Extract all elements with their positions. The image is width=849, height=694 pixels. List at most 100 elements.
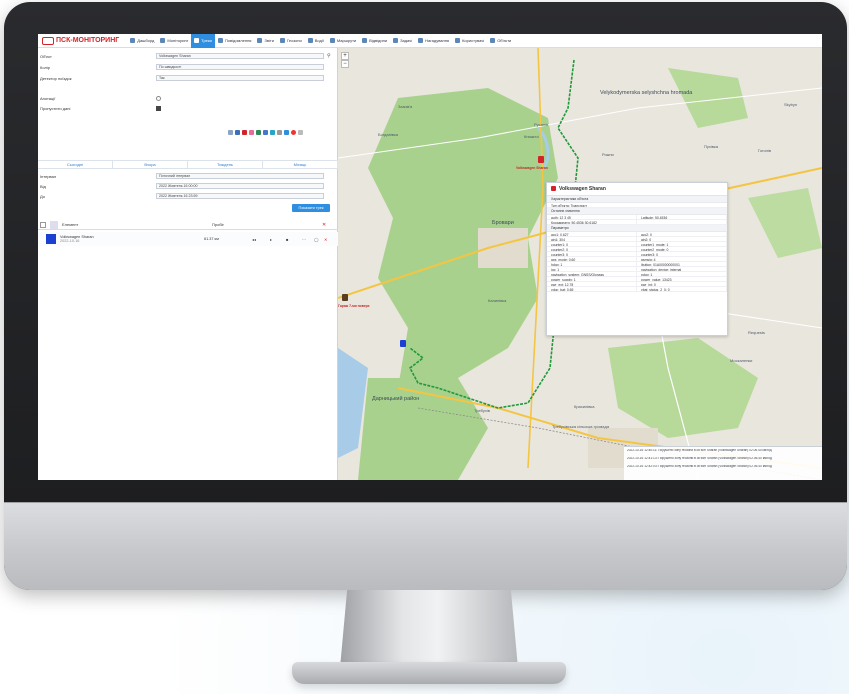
forest-area [668, 68, 748, 128]
map-label: Бровари [492, 220, 514, 226]
map-label: Пухівка [704, 144, 718, 149]
play-icon[interactable]: ▸ [270, 237, 286, 242]
nav-item[interactable]: Водії [305, 34, 327, 48]
popup-param-cell: vbat_status_2_0: 0 [637, 287, 727, 292]
zoom-in-button[interactable]: + [341, 52, 349, 60]
top-navigation: ПСК-МОНІТОРИНГ Дашборд Моніторинг Треки Пов… [38, 34, 822, 48]
trip-detector-label: Детектор поїздок [40, 75, 72, 81]
row-delete-icon[interactable]: ✕ [324, 237, 327, 242]
popup-title: Volkswagen Sharan [547, 183, 727, 196]
color-row: Колір По швидкості [40, 63, 336, 71]
stop-icon[interactable]: ■ [286, 237, 302, 242]
trip-detector-select[interactable]: Так [156, 75, 324, 81]
layer-icon[interactable] [249, 130, 254, 135]
annotations-checkbox[interactable] [156, 95, 161, 101]
color-label: Колір [40, 64, 50, 70]
nav-icon [307, 38, 313, 43]
map-label: Русанів [534, 122, 549, 127]
layer-icon[interactable] [242, 130, 247, 135]
popup-title-text: Volkswagen Sharan [559, 186, 606, 192]
tab-week[interactable]: Тиждень [188, 161, 263, 168]
nav-item[interactable]: Геозони [277, 34, 305, 48]
nav-icon [194, 38, 200, 43]
nav-item[interactable]: Моніторинг [157, 34, 191, 48]
layer-icon[interactable] [291, 130, 296, 135]
map-label: Калинівка [488, 298, 507, 303]
nav-icon [130, 38, 136, 43]
color-select[interactable]: По швидкості [156, 64, 324, 70]
layer-icon[interactable] [284, 130, 289, 135]
event-line: 2022-10-16 12:40:11: Порушено зону геозо… [627, 449, 772, 452]
nav-label: Моніторинг [167, 38, 189, 43]
skip-data-checkbox[interactable] [156, 105, 161, 111]
select-all-checkbox[interactable] [40, 221, 46, 228]
map-label: Требухівська сільська громада [552, 424, 610, 429]
delete-icon[interactable]: ✕ [322, 222, 326, 228]
nav-label: Відвідини [369, 38, 388, 43]
layer-icon[interactable] [228, 130, 233, 135]
map-label: Требухів [474, 408, 490, 413]
map-label: Княжичі [524, 134, 539, 139]
skip-data-row: Пропустити дані [40, 104, 336, 112]
start-marker-icon[interactable] [400, 340, 406, 347]
app-logo[interactable]: ПСК-МОНІТОРИНГ [42, 36, 119, 45]
layer-icon[interactable] [270, 130, 275, 135]
popup-param-cell: vdop_bat: 0.65 [547, 287, 637, 292]
nav-item[interactable]: Нагадування [415, 34, 452, 48]
nav-item[interactable]: Звіти [254, 34, 277, 48]
popup-grid: auth: 12 3 45 Latitude: 50.4536 Координа… [547, 215, 727, 225]
garage-marker-icon[interactable] [342, 294, 348, 301]
nav-item[interactable]: Відвідини [359, 34, 390, 48]
zoom-out-button[interactable]: − [341, 60, 349, 68]
nav-icon [279, 38, 285, 43]
row-mileage: 61.37 км [204, 237, 219, 241]
show-track-button[interactable]: Показати трек [292, 204, 330, 212]
speed-icon[interactable]: ⋯ [302, 237, 314, 242]
nav-item[interactable]: Треки [191, 34, 215, 48]
interval-select[interactable]: Поточний інтервал [156, 173, 324, 179]
map-label: Богданівка [378, 132, 398, 137]
events-log[interactable]: 2022-10-16 12:40:11: Порушено зону геозо… [624, 446, 822, 480]
vehicle-marker-icon[interactable] [538, 156, 544, 163]
logo-mark-icon [42, 36, 54, 45]
table-header: Елемент Пробіг ✕ [38, 220, 338, 230]
nav-icon [160, 38, 166, 43]
layer-icon[interactable] [298, 130, 303, 135]
map-label: Дарницький район [372, 396, 420, 402]
nav-label: Користувачі [462, 38, 485, 43]
from-input[interactable]: 2022 Жовтень 16 00:00 [156, 183, 324, 189]
layer-icon[interactable] [235, 130, 240, 135]
nav-item[interactable]: Користувачі [452, 34, 487, 48]
popup-section: Характеристики об'єкта [547, 196, 727, 203]
search-icon[interactable]: ⚲ [327, 53, 331, 59]
vehicle-icon [551, 186, 556, 191]
layer-icon[interactable] [256, 130, 261, 135]
comment-icon[interactable]: ◯ [314, 237, 324, 242]
object-select[interactable]: Volkswagen Sharan [156, 53, 324, 59]
trip-detector-row: Детектор поїздок Так [40, 74, 336, 82]
map-label: Красилівка [574, 404, 595, 409]
tab-yesterday[interactable]: Вчора [113, 161, 188, 168]
to-input[interactable]: 2022 Жовтень 16 23:59 [156, 193, 324, 199]
map-view[interactable]: + − Velykodymerska selyshchna hromada Бр… [338, 48, 822, 480]
table-row[interactable]: Volkswagen Sharan 2022-10-16 61.37 км ◂◂… [38, 232, 338, 246]
nav-label: Задачі [400, 38, 413, 43]
interval-label: Інтервал [40, 173, 57, 179]
nav-item[interactable]: Дашборд [127, 34, 157, 48]
nav-item[interactable]: Задачі [390, 34, 415, 48]
nav-label: Геозони [286, 38, 302, 43]
nav-item[interactable]: Повідомлення [215, 34, 255, 48]
nav-icon [490, 38, 496, 43]
layer-icon[interactable] [263, 130, 268, 135]
tab-today[interactable]: Сьогодні [38, 161, 113, 168]
column-mileage: Пробіг [212, 222, 224, 227]
nav-item[interactable]: Об'єкти [487, 34, 514, 48]
tab-month[interactable]: Місяць [263, 161, 338, 168]
rewind-icon[interactable]: ◂◂ [252, 237, 270, 242]
nav-icon [455, 38, 461, 43]
period-tabs: Сьогодні Вчора Тиждень Місяць [38, 160, 338, 169]
nav-item[interactable]: Маршрути [327, 34, 359, 48]
layer-icon[interactable] [277, 130, 282, 135]
from-row: Від 2022 Жовтень 16 00:00 [40, 182, 336, 190]
row-object-date: 2022-10-16 [60, 239, 80, 243]
